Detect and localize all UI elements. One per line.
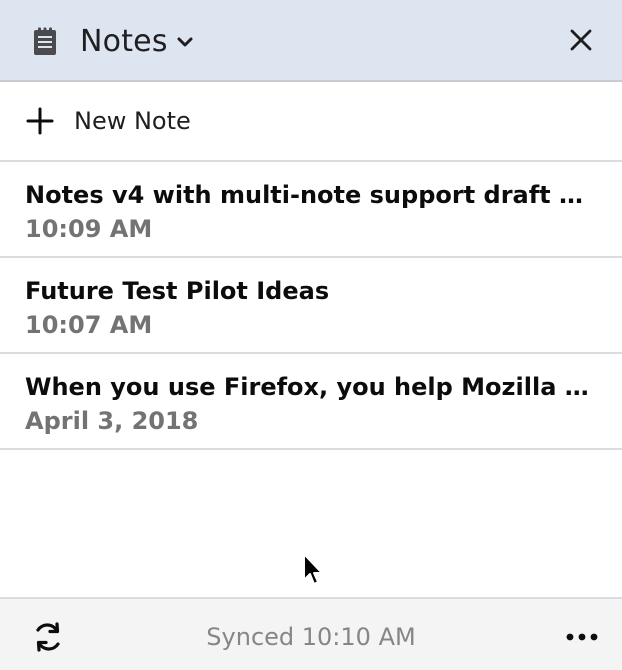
note-date: April 3, 2018 [25, 407, 199, 435]
new-note-button[interactable]: New Note [0, 82, 622, 162]
more-options-icon [566, 633, 598, 641]
note-title: Future Test Pilot Ideas [25, 277, 330, 305]
chevron-down-icon [177, 37, 193, 47]
note-list-item[interactable]: When you use Firefox, you help Mozilla f… [0, 354, 622, 450]
note-title: Notes v4 with multi-note support draft f… [25, 181, 592, 209]
notebook-icon [34, 27, 56, 55]
note-date: 10:07 AM [25, 311, 153, 339]
note-list-item[interactable]: Notes v4 with multi-note support draft f… [0, 162, 622, 258]
footer: Synced 10:10 AM [0, 597, 622, 670]
plus-icon [26, 107, 54, 135]
close-button[interactable] [566, 24, 596, 56]
sync-status: Synced 10:10 AM [206, 623, 416, 651]
close-icon [570, 29, 592, 51]
notes-menu-toggle[interactable]: Notes [30, 0, 194, 82]
new-note-label: New Note [74, 107, 191, 135]
note-list-item[interactable]: Future Test Pilot Ideas 10:07 AM [0, 258, 622, 354]
note-date: 10:09 AM [25, 215, 153, 243]
mouse-pointer-icon [303, 553, 323, 585]
notes-panel: Notes New Note Notes v4 with multi-note … [0, 0, 622, 670]
note-title: When you use Firefox, you help Mozilla f… [25, 373, 592, 401]
notes-list: Notes v4 with multi-note support draft f… [0, 162, 622, 450]
header: Notes [0, 0, 622, 82]
page-title: Notes [80, 23, 168, 59]
more-options-button[interactable] [564, 623, 600, 651]
